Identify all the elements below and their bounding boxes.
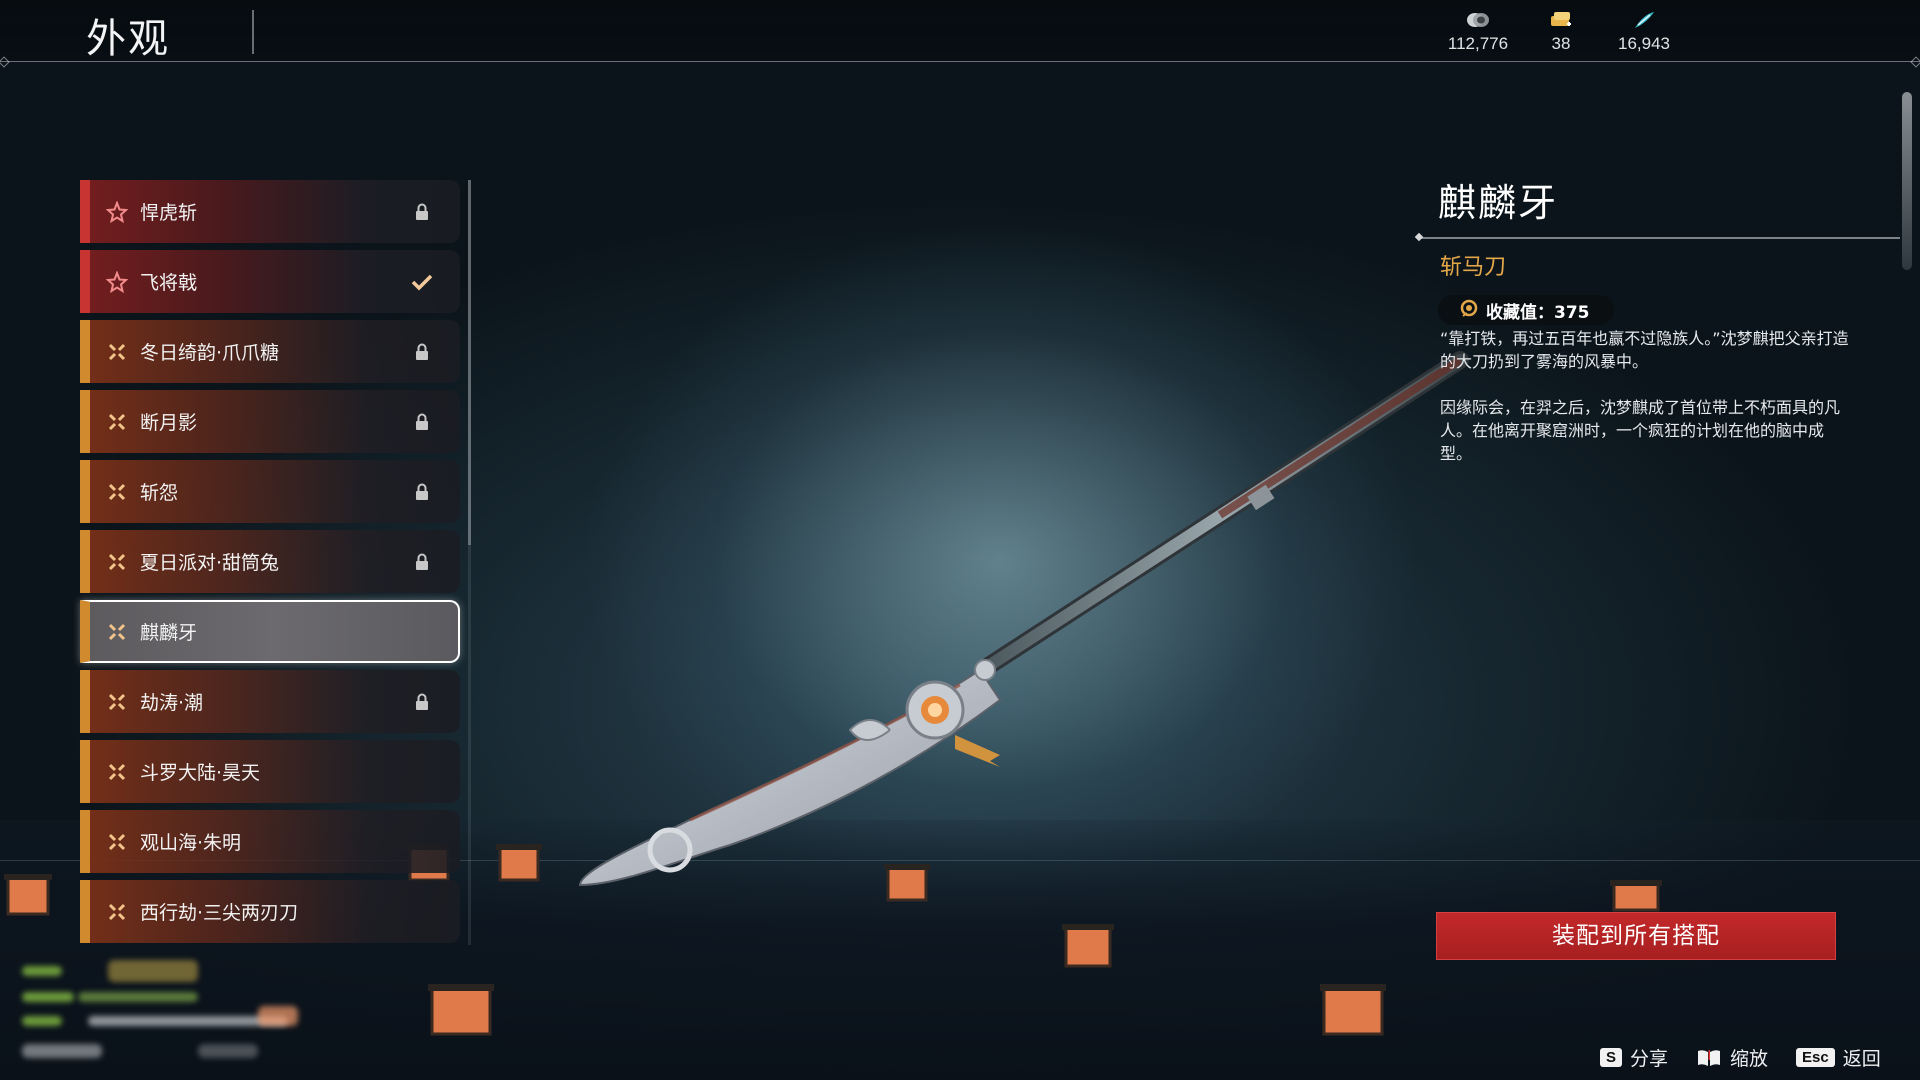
skin-item-label: 观山海·朱明 [140,832,242,854]
feather-icon [1599,10,1689,30]
currency-tickets: 38 [1516,10,1606,54]
title-rule [1420,237,1900,239]
diamond-icon [104,692,130,712]
skin-item-jietao[interactable]: 劫涛·潮 [80,670,460,733]
key-esc: Esc [1796,1048,1835,1067]
coin-icon [1433,10,1523,30]
lantern-icon [4,874,52,916]
lantern-icon [1320,984,1386,1036]
skin-item-guanshanhai[interactable]: 观山海·朱明 [80,810,460,873]
description-paragraph: 因缘际会，在羿之后，沈梦麒成了首位带上不朽面具的凡人。在他离开聚窟洲时，一个疯狂… [1440,398,1841,463]
skin-item-label: 斩怨 [140,482,179,504]
list-scroll-track [468,545,471,945]
diamond-icon [104,622,130,642]
star-icon [104,270,130,293]
skin-list: 悍虎斩 飞将戟 冬日绮韵·爪爪糖 断月影 斩怨 夏日派对·甜筒兔 麒麟牙 劫涛·… [80,180,460,950]
skin-item-label: 夏日派对·甜筒兔 [140,552,280,574]
divider-ornament [0,56,10,68]
title-divider [252,10,254,54]
lock-icon [402,203,442,221]
diamond-icon [104,832,130,852]
skin-item-qilinya[interactable]: 麒麟牙 [80,600,460,663]
lock-icon [402,483,442,501]
skin-item-feijiangji[interactable]: 飞将戟 [80,250,460,313]
diamond-icon [104,902,130,922]
skin-item-label: 西行劫·三尖两刃刀 [140,902,299,924]
book-icon [1696,1048,1722,1068]
feather-count: 16,943 [1618,34,1670,53]
zoom-hint[interactable]: 缩放 [1696,1044,1768,1071]
hint-label: 缩放 [1730,1048,1769,1070]
skin-item-label: 麒麟牙 [140,622,198,644]
ticket-count: 38 [1551,34,1571,53]
check-icon [402,273,442,291]
skin-item-label: 断月影 [140,412,198,434]
lantern-icon [1062,924,1114,968]
skin-item-xixingjie[interactable]: 西行劫·三尖两刃刀 [80,880,460,943]
hint-label: 返回 [1842,1048,1881,1070]
collection-value: 收藏值：375 [1486,302,1590,323]
coin-count: 112,776 [1447,34,1509,53]
detail-panel: 麒麟牙 斩马刀 收藏值：375 “靠打铁，再过五百年也赢不过隐族人。”沈梦麒把父… [1420,172,1900,488]
lantern-icon [428,984,494,1036]
lantern-icon [496,844,542,882]
skin-item-label: 劫涛·潮 [140,692,204,714]
key-s: S [1600,1048,1623,1067]
panel-scrollbar[interactable] [1902,92,1912,270]
share-hint[interactable]: S 分享 [1600,1044,1668,1071]
skin-item-douluo[interactable]: 斗罗大陆·昊天 [80,740,460,803]
skin-item-duanyueying[interactable]: 断月影 [80,390,460,453]
currency-feathers: 16,943 [1599,10,1689,54]
equip-all-button[interactable]: 装配到所有搭配 [1436,912,1836,960]
lock-icon [402,553,442,571]
list-scrollbar[interactable] [468,180,471,545]
ticket-icon [1516,10,1606,30]
description-paragraph: “靠打铁，再过五百年也赢不过隐族人。”沈梦麒把父亲打造的大刀扔到了雾海的风暴中。 [1440,329,1849,371]
hint-label: 分享 [1630,1048,1669,1070]
diamond-icon [104,342,130,362]
page-title: 外观 [86,16,170,62]
top-bar: 外观 112,776 38 16,943 [0,0,1920,68]
currency-coins: 112,776 [1433,10,1523,54]
skin-item-dongri[interactable]: 冬日绮韵·爪爪糖 [80,320,460,383]
divider-ornament [1910,56,1920,68]
back-hint[interactable]: Esc 返回 [1796,1044,1881,1071]
skin-name: 麒麟牙 [1438,181,1559,225]
diamond-icon [104,412,130,432]
lock-icon [402,343,442,361]
collection-icon [1460,298,1478,323]
lantern-icon [884,864,930,902]
diamond-icon [104,552,130,572]
skin-description: “靠打铁，再过五百年也赢不过隐族人。”沈梦麒把父亲打造的大刀扔到了雾海的风暴中。… [1420,327,1850,465]
weapon-type: 斩马刀 [1440,255,1507,280]
diamond-icon [104,482,130,502]
skin-item-zhanyuan[interactable]: 斩怨 [80,460,460,523]
lantern-icon [1610,880,1662,912]
diamond-icon [104,762,130,782]
skin-item-label: 飞将戟 [140,272,198,294]
lock-icon [402,693,442,711]
collection-value-badge: 收藏值：375 [1438,295,1614,325]
skin-item-label: 悍虎斩 [140,202,198,224]
skin-item-xiaripaidui[interactable]: 夏日派对·甜筒兔 [80,530,460,593]
star-icon [104,200,130,223]
skin-item-label: 斗罗大陆·昊天 [140,762,261,784]
skin-item-hanhuzhan[interactable]: 悍虎斩 [80,180,460,243]
weapon-preview[interactable] [560,340,1540,920]
key-hints: S 分享 缩放 Esc 返回 [1600,1044,1909,1071]
skin-item-label: 冬日绮韵·爪爪糖 [140,342,280,364]
blurred-hud [18,958,338,1068]
lock-icon [402,413,442,431]
